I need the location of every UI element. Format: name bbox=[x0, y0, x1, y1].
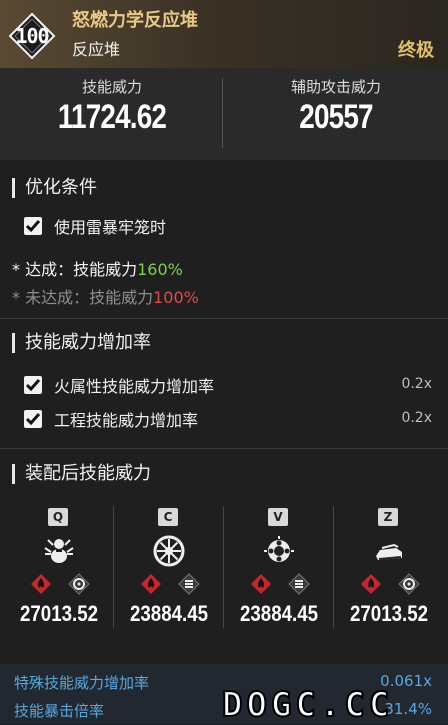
skill-key: Z bbox=[378, 508, 398, 526]
skill-power-value: 23884.45 bbox=[239, 601, 318, 626]
fire-element-icon bbox=[141, 574, 161, 594]
increase-row-engineering[interactable]: 工程技能威力增加率 bbox=[24, 407, 198, 431]
section-title-increase: 技能威力增加率 bbox=[12, 333, 151, 353]
increase-value: 0.2x bbox=[401, 376, 432, 392]
tech-element-icon bbox=[68, 573, 90, 595]
summon-robot-icon bbox=[44, 539, 74, 563]
condition-checkbox-row[interactable]: 使用雷暴牢笼时 bbox=[24, 214, 166, 238]
skill-power-value: 27013.52 bbox=[19, 601, 98, 626]
checkbox-checked-icon[interactable] bbox=[24, 376, 42, 394]
checkbox-checked-icon[interactable] bbox=[24, 410, 42, 428]
gear-burst-icon bbox=[264, 536, 294, 562]
level-badge: 100 bbox=[8, 12, 56, 60]
condition-not-achieved-pct: 100% bbox=[153, 288, 199, 307]
skill-card-c[interactable]: C 23884.45 bbox=[114, 498, 224, 648]
stat-skill-power: 技能威力 11724.62 bbox=[0, 68, 224, 160]
condition-achieved-text: * 达成：技能威力 bbox=[12, 260, 138, 279]
section-title-optimize: 优化条件 bbox=[12, 178, 97, 198]
footer-label: 技能暴击倍率 bbox=[14, 702, 105, 720]
increase-value: 0.2x bbox=[401, 410, 432, 426]
fire-element-icon bbox=[31, 574, 51, 594]
item-type: 反应堆 bbox=[72, 40, 121, 59]
item-header: 100 怒燃力学反应堆 反应堆 终极 bbox=[0, 0, 448, 69]
divider bbox=[222, 78, 223, 148]
wheel-icon bbox=[153, 535, 185, 567]
fire-element-icon bbox=[361, 574, 381, 594]
item-title: 怒燃力学反应堆 bbox=[72, 10, 198, 31]
section-title-equipped: 装配后技能威力 bbox=[12, 464, 151, 484]
stat-value: 11724.62 bbox=[57, 98, 167, 136]
section-separator bbox=[0, 318, 448, 319]
tank-icon bbox=[376, 543, 402, 560]
condition-not-achieved: * 未达成：技能威力100% bbox=[12, 284, 199, 308]
increase-label: 工程技能威力增加率 bbox=[54, 411, 199, 430]
skill-key: C bbox=[158, 508, 178, 526]
skill-power-value: 23884.45 bbox=[129, 601, 208, 626]
skill-card-z[interactable]: Z 27013.52 bbox=[334, 498, 444, 648]
increase-row-fire[interactable]: 火属性技能威力增加率 bbox=[24, 373, 214, 397]
tech-element-icon bbox=[178, 573, 200, 595]
section-separator bbox=[0, 448, 448, 449]
checkbox-checked-icon[interactable] bbox=[24, 217, 42, 235]
checkbox-label: 使用雷暴牢笼时 bbox=[54, 218, 167, 237]
item-grade: 终极 bbox=[398, 40, 434, 61]
condition-achieved-pct: 160% bbox=[137, 260, 183, 279]
skill-power-value: 27013.52 bbox=[349, 601, 428, 626]
level-number: 100 bbox=[15, 24, 49, 48]
stat-label: 技能威力 bbox=[81, 78, 142, 96]
stat-value: 20557 bbox=[299, 98, 373, 136]
condition-achieved: * 达成：技能威力160% bbox=[12, 256, 183, 280]
tech-element-icon bbox=[288, 573, 310, 595]
tech-element-icon bbox=[398, 573, 420, 595]
skill-key: Q bbox=[48, 508, 68, 526]
stats-panel: 技能威力 11724.62 辅助攻击威力 20557 bbox=[0, 68, 448, 160]
increase-label: 火属性技能威力增加率 bbox=[54, 377, 215, 396]
fire-element-icon bbox=[251, 574, 271, 594]
stat-label: 辅助攻击威力 bbox=[290, 78, 381, 96]
skill-card-v[interactable]: V 23884.45 bbox=[224, 498, 334, 648]
skill-key: V bbox=[268, 508, 288, 526]
footer-label: 特殊技能威力增加率 bbox=[14, 674, 150, 692]
skill-card-q[interactable]: Q 27013.52 bbox=[4, 498, 114, 648]
skill-power-grid: Q 27013.52 C 23884.45 V 23884.45 Z 27013… bbox=[0, 498, 448, 658]
condition-not-achieved-text: * 未达成：技能威力 bbox=[12, 288, 154, 307]
watermark-logo: DOGC.CC bbox=[221, 685, 394, 725]
stat-support-power: 辅助攻击威力 20557 bbox=[224, 68, 448, 160]
